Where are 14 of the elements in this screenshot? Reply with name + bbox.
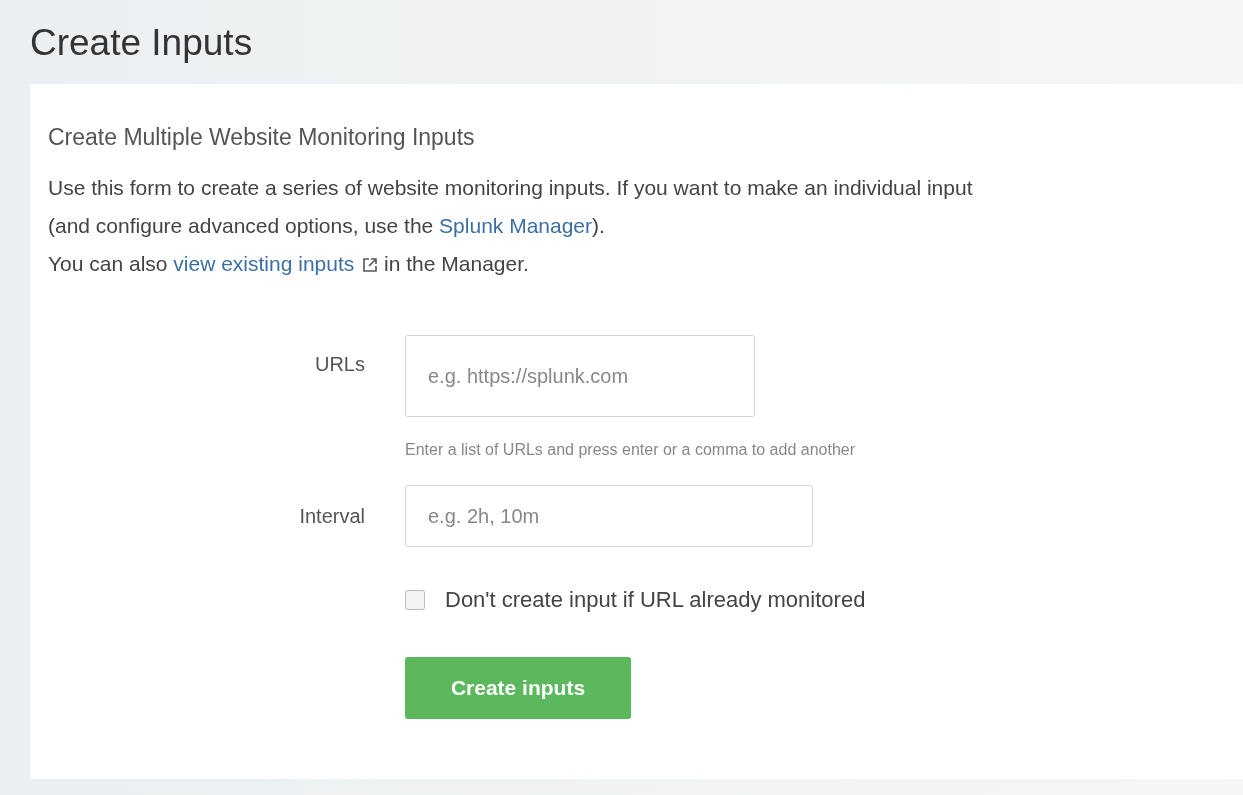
link[interactable]: view existing inputs	[173, 252, 355, 275]
input-field[interactable]: e.g. 2h, 10m	[405, 485, 813, 547]
description-text: You can also view existing inputs in the Manager.	[48, 251, 529, 277]
help-text: Enter a list of URLs and press enter or a comma to add another	[405, 441, 855, 459]
page-title: Create Inputs	[30, 21, 254, 65]
field-label: URLs	[315, 353, 365, 376]
checkbox[interactable]	[405, 590, 425, 610]
section-heading: Create Multiple Website Monitoring Inputs	[48, 124, 475, 151]
description-text: Use this form to create a series of website monitoring inputs. If you want to make an individual input (and configure advanced options, use the Splunk Manager).	[48, 175, 973, 239]
field-label: Interval	[299, 505, 365, 528]
checkbox-label: Don't create input if URL already monitored	[445, 587, 866, 613]
external-link-icon	[362, 257, 379, 273]
input-field[interactable]: e.g. https://splunk.com	[405, 335, 755, 417]
link[interactable]: Splunk Manager	[439, 214, 593, 237]
